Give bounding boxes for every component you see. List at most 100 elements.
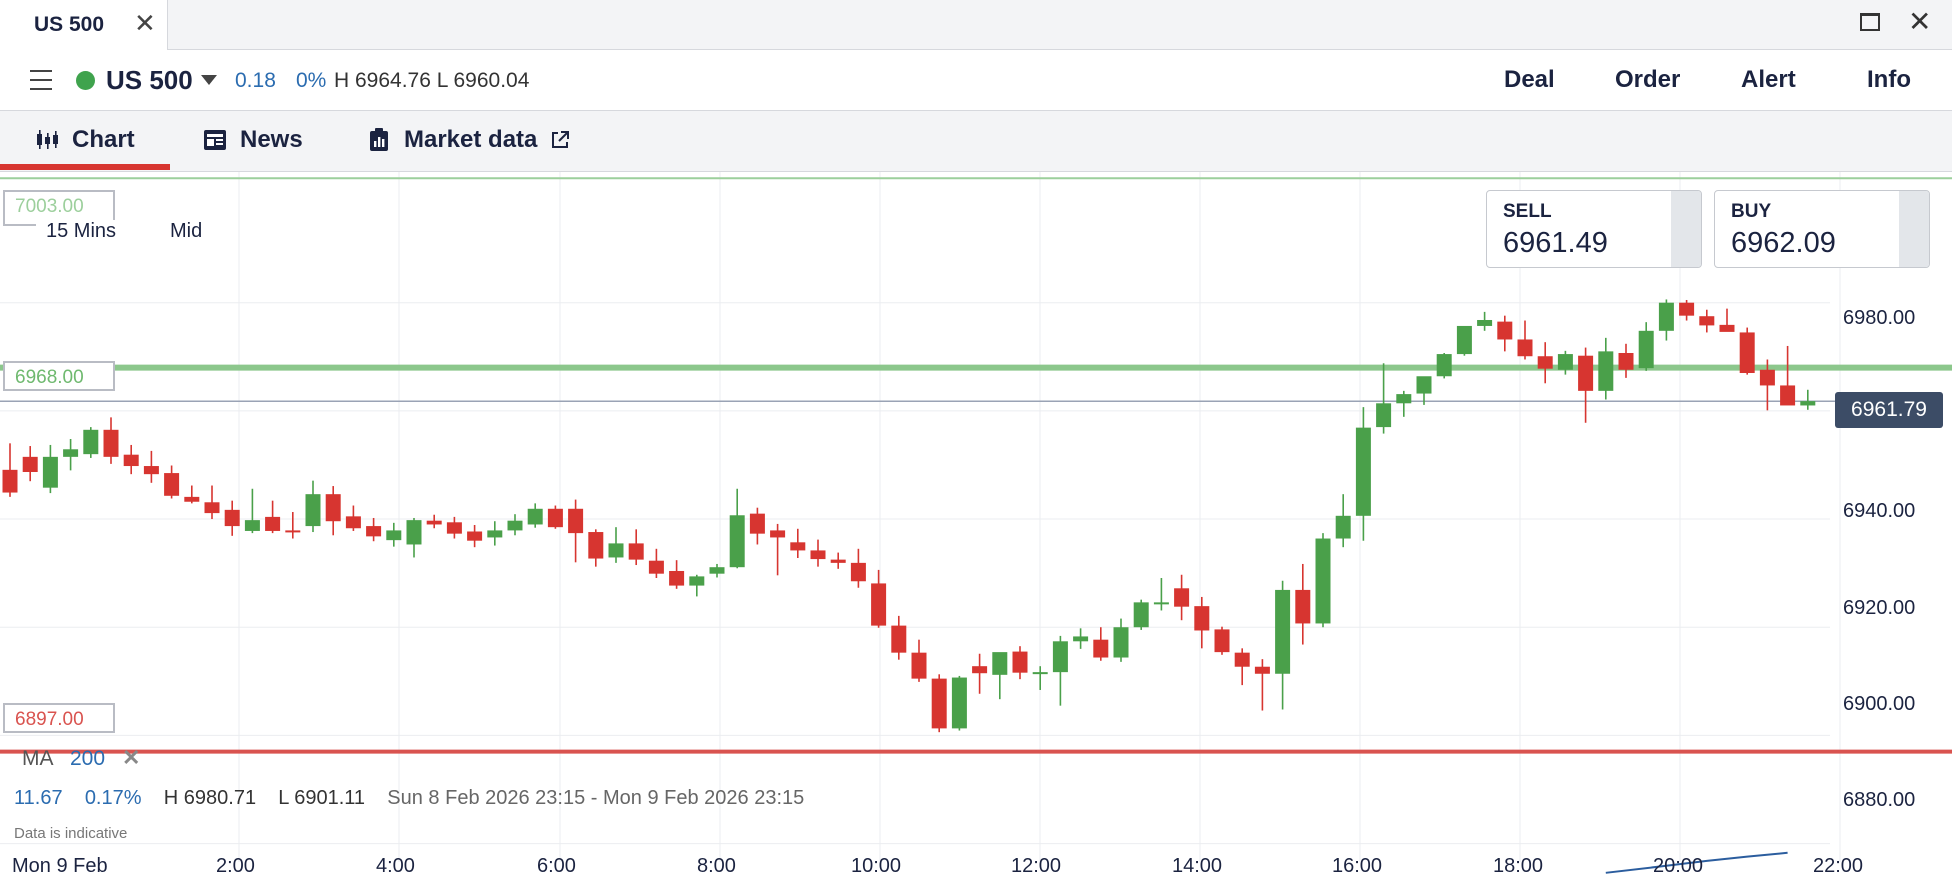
candle-body — [325, 494, 341, 522]
candle-body — [1416, 376, 1432, 394]
candle-body — [487, 530, 503, 538]
candle-body — [1174, 588, 1190, 607]
remove-indicator-icon[interactable]: ✕ — [122, 745, 140, 771]
tab-chart[interactable]: Chart — [34, 126, 135, 154]
range-low: L 6901.11 — [278, 787, 366, 809]
close-icon[interactable]: ✕ — [134, 10, 156, 36]
level-tag[interactable]: 6968.00 — [3, 361, 115, 391]
candle-body — [446, 522, 462, 534]
range-change-pct: 0.17% — [84, 787, 142, 809]
candle-body — [42, 456, 58, 488]
ma-period[interactable]: 200 — [70, 747, 105, 771]
candle-body — [1254, 666, 1270, 674]
candle-body — [1638, 330, 1654, 369]
candle-body — [749, 513, 765, 534]
candle-body — [406, 520, 422, 545]
y-tick-label: 6880.00 — [1843, 789, 1916, 811]
candle-body — [507, 520, 523, 531]
candle-body — [911, 652, 927, 679]
candle-body — [305, 494, 321, 527]
buy-button[interactable]: BUY 6962.09 — [1714, 190, 1930, 268]
candle-body — [1012, 651, 1028, 673]
change-percent: 0% — [296, 69, 327, 92]
candle-body — [366, 526, 382, 537]
x-tick-label: 22:00 — [1813, 855, 1864, 877]
ma-label: MA — [22, 747, 54, 770]
candle-body — [810, 550, 826, 560]
candle-body — [1032, 672, 1048, 675]
tab-market-data[interactable]: Market data — [366, 126, 571, 154]
candle-body — [648, 560, 664, 574]
buy-price: 6962.09 — [1731, 227, 1836, 259]
candle-body — [1376, 403, 1392, 428]
order-button[interactable]: Order — [1615, 66, 1680, 94]
candle-body — [1315, 538, 1331, 624]
x-tick-label: 16:00 — [1332, 855, 1383, 877]
candle-body — [1598, 351, 1614, 391]
candle-body — [1658, 302, 1674, 331]
candle-body — [265, 516, 281, 531]
candle-body — [709, 567, 725, 574]
candle-body — [224, 509, 240, 527]
tab-news[interactable]: News — [202, 126, 303, 154]
price-type-selector[interactable]: Mid — [160, 220, 213, 243]
price-chart[interactable] — [0, 172, 1952, 884]
tab-chart-label: Chart — [72, 126, 135, 153]
alert-button[interactable]: Alert — [1741, 66, 1796, 94]
candle-body — [608, 543, 624, 558]
x-tick-label: 8:00 — [697, 855, 736, 877]
candle-body — [972, 666, 988, 674]
candle-body — [1052, 641, 1068, 673]
chevron-down-icon[interactable] — [201, 75, 217, 85]
candle-body — [568, 508, 584, 534]
tab-market-data-label: Market data — [404, 126, 538, 153]
active-tab-indicator — [0, 164, 170, 170]
candle-body — [1355, 427, 1371, 516]
instrument-name[interactable]: US 500 — [106, 65, 193, 96]
range-stats: 11.67 0.17% H 6980.71 L 6901.11 Sun 8 Fe… — [14, 787, 804, 810]
candle-body — [2, 469, 18, 493]
info-button[interactable]: Info — [1867, 66, 1911, 94]
y-tick-label: 6940.00 — [1843, 500, 1916, 522]
candle-body — [1194, 606, 1210, 631]
candle-body — [1780, 385, 1796, 406]
x-tick-label: 20:00 — [1653, 855, 1704, 877]
timeframe-selector[interactable]: 15 Mins — [36, 220, 127, 243]
candlestick-icon — [37, 130, 58, 149]
date-label: Mon 9 Feb — [12, 855, 108, 877]
candle-body — [1275, 589, 1291, 674]
sell-button[interactable]: SELL 6961.49 — [1486, 190, 1702, 268]
y-tick-label: 6900.00 — [1843, 693, 1916, 715]
deal-button[interactable]: Deal — [1504, 66, 1555, 94]
candle-body — [770, 530, 786, 538]
menu-icon[interactable] — [30, 70, 52, 97]
candle-body — [204, 502, 220, 514]
candle-body — [22, 456, 38, 472]
clipboard-icon — [370, 128, 388, 151]
candle-body — [83, 429, 99, 455]
x-tick-label: 2:00 — [216, 855, 255, 877]
candle-body — [184, 496, 200, 502]
candle-body — [1436, 354, 1452, 377]
range-high: H 6980.71 — [163, 787, 257, 809]
x-tick-label: 4:00 — [376, 855, 415, 877]
market-open-indicator — [76, 71, 95, 90]
candle-body — [547, 508, 563, 528]
y-tick-label: 6980.00 — [1843, 307, 1916, 329]
candle-body — [1234, 652, 1250, 667]
candle-body — [1557, 354, 1573, 370]
external-link-icon[interactable] — [549, 129, 571, 151]
candle-body — [1719, 324, 1735, 332]
candle-body — [669, 570, 685, 586]
candle-body — [628, 543, 644, 560]
maximize-icon[interactable] — [1860, 13, 1880, 31]
candle-body — [426, 520, 442, 525]
tab-news-label: News — [240, 126, 303, 153]
tab-title: US 500 — [34, 13, 105, 36]
candle-body — [951, 677, 967, 729]
candle-body — [1214, 629, 1230, 653]
level-tag[interactable]: 6897.00 — [3, 703, 115, 733]
window-close-icon[interactable]: ✕ — [1908, 8, 1931, 36]
candle-body — [386, 530, 402, 541]
candle-body — [1477, 319, 1493, 326]
